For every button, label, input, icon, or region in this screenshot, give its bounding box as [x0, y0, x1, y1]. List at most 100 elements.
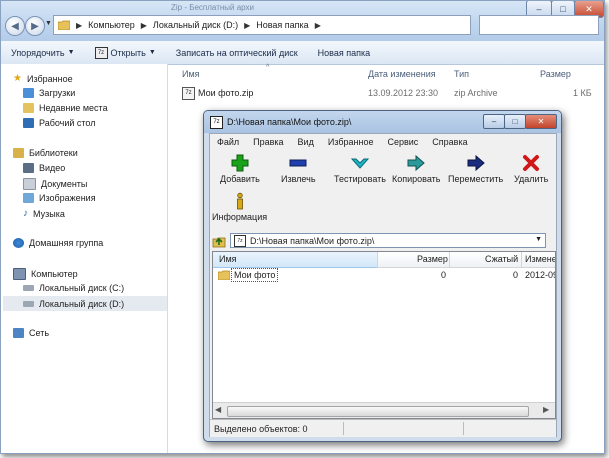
- nav-label: Загрузки: [39, 88, 76, 98]
- 7zip-close-button[interactable]: ✕: [525, 114, 557, 129]
- nav-pictures[interactable]: Изображения: [23, 193, 96, 203]
- column-size[interactable]: Размер: [540, 69, 571, 79]
- column-modified[interactable]: Измене: [525, 254, 555, 264]
- nav-video[interactable]: Видео: [23, 163, 65, 173]
- copy-button[interactable]: Копировать: [392, 154, 440, 184]
- scrollbar-thumb[interactable]: [227, 406, 529, 417]
- menu-tools[interactable]: Сервис: [380, 137, 425, 147]
- nav-network[interactable]: Сеть: [13, 328, 49, 338]
- info-label: Информация: [212, 212, 268, 222]
- extract-button[interactable]: Извлечь: [281, 154, 316, 184]
- item-packed: 0: [513, 270, 519, 280]
- zip-file-icon: 7z: [182, 87, 195, 100]
- column-size[interactable]: Размер: [417, 254, 448, 264]
- nav-label: Избранное: [26, 73, 73, 84]
- move-button[interactable]: Переместить: [448, 154, 503, 184]
- nav-desktop[interactable]: Рабочий стол: [23, 118, 96, 128]
- nav-music[interactable]: ♪ Музыка: [23, 208, 65, 219]
- status-divider: [463, 422, 464, 435]
- menu-help[interactable]: Справка: [425, 137, 474, 147]
- path-input[interactable]: 7z D:\Новая папка\Мои фото.zip\ ▼: [230, 233, 546, 248]
- address-bar[interactable]: ▶ Компьютер ▶ Локальный диск (D:) ▶ Нова…: [53, 15, 471, 35]
- nav-drive-c[interactable]: Локальный диск (C:): [23, 283, 124, 293]
- nav-recent[interactable]: Недавние места: [23, 103, 108, 113]
- nav-drive-d[interactable]: Локальный диск (D:): [3, 296, 167, 311]
- file-type: zip Archive: [454, 88, 498, 98]
- column-separator[interactable]: [377, 252, 378, 267]
- add-button[interactable]: Добавить: [220, 154, 260, 184]
- nav-label: Музыка: [33, 208, 65, 219]
- breadcrumb-item-drive-d[interactable]: Локальный диск (D:): [153, 20, 238, 30]
- nav-label: Изображения: [39, 193, 96, 203]
- back-button[interactable]: ◀: [5, 16, 25, 36]
- 7zip-minimize-button[interactable]: –: [483, 114, 505, 129]
- horizontal-scrollbar[interactable]: ◀ ▶: [213, 402, 555, 418]
- 7zip-file-list: Имя Размер Сжатый Измене Мои фото 0 0 20…: [212, 251, 556, 419]
- minus-icon: [289, 159, 307, 167]
- new-folder-button[interactable]: Новая папка: [308, 41, 380, 64]
- nav-computer[interactable]: Компьютер: [13, 268, 78, 280]
- sort-indicator-icon: ^: [266, 64, 270, 71]
- delete-button[interactable]: Удалить: [514, 154, 548, 184]
- computer-icon: [13, 268, 26, 280]
- folder-up-icon[interactable]: [212, 234, 226, 248]
- file-row[interactable]: 7z Мои фото.zip 13.09.2012 23:30 zip Arc…: [168, 86, 604, 102]
- nav-label: Домашняя группа: [29, 238, 104, 248]
- burn-label: Записать на оптический диск: [175, 47, 298, 58]
- history-dropdown-icon[interactable]: ▼: [45, 20, 52, 27]
- nav-homegroup[interactable]: Домашняя группа: [13, 238, 103, 248]
- zip-archive-icon: 7z: [234, 234, 246, 247]
- extract-label: Извлечь: [281, 174, 316, 184]
- back-arrow-icon: ◀: [11, 20, 19, 32]
- breadcrumb-separator: ▶: [140, 20, 147, 30]
- desktop-icon: [23, 118, 34, 128]
- chevron-down-icon[interactable]: ▼: [535, 236, 542, 243]
- nav-downloads[interactable]: Загрузки: [23, 88, 75, 98]
- checkmark-icon: [350, 158, 369, 169]
- command-bar: Упорядочить ▼ 7z Открыть ▼ Записать на о…: [1, 41, 604, 65]
- nav-label: Сеть: [29, 328, 50, 338]
- status-text: Выделено объектов: 0: [214, 423, 308, 434]
- scroll-left-icon[interactable]: ◀: [215, 405, 221, 414]
- downloads-icon: [23, 88, 34, 98]
- 7zip-app-icon: 7z: [210, 115, 223, 129]
- column-name[interactable]: Имя: [182, 69, 200, 79]
- column-separator[interactable]: [449, 252, 450, 267]
- menu-favorites[interactable]: Избранное: [321, 137, 381, 147]
- 7zip-maximize-button[interactable]: □: [504, 114, 526, 129]
- 7zip-address-row: 7z D:\Новая папка\Мои фото.zip\ ▼: [212, 232, 554, 249]
- delete-x-icon: [523, 155, 540, 171]
- breadcrumb-item-new-folder[interactable]: Новая папка: [256, 20, 308, 30]
- forward-button[interactable]: ▶: [25, 16, 45, 36]
- column-type[interactable]: Тип: [454, 69, 469, 79]
- nav-libraries[interactable]: Библиотеки: [13, 148, 78, 158]
- file-date: 13.09.2012 23:30: [368, 88, 439, 98]
- menu-file[interactable]: Файл: [210, 137, 246, 147]
- menu-view[interactable]: Вид: [291, 137, 321, 147]
- info-button[interactable]: Информация: [212, 192, 267, 222]
- menu-edit[interactable]: Правка: [246, 137, 290, 147]
- recent-places-icon: [23, 103, 34, 113]
- 7zip-titlebar: 7z D:\Новая папка\Мои фото.zip\ – □ ✕: [204, 111, 561, 133]
- nav-favorites[interactable]: ★ Избранное: [13, 73, 73, 84]
- organize-button[interactable]: Упорядочить ▼: [1, 41, 85, 64]
- column-separator[interactable]: [521, 252, 522, 267]
- column-packed[interactable]: Сжатый: [485, 254, 518, 264]
- drive-icon: [23, 285, 34, 291]
- star-icon: ★: [13, 73, 22, 84]
- nav-label: Документы: [41, 179, 88, 189]
- status-bar: Выделено объектов: 0: [210, 419, 556, 437]
- column-name[interactable]: Имя: [219, 254, 237, 264]
- folder-icon: [218, 270, 230, 280]
- open-button[interactable]: 7z Открыть ▼: [85, 41, 166, 64]
- nav-documents[interactable]: Документы: [23, 178, 87, 190]
- breadcrumb-item-computer[interactable]: Компьютер: [88, 20, 135, 30]
- list-item[interactable]: Мои фото 0 0 2012-09: [213, 268, 555, 282]
- scroll-right-icon[interactable]: ▶: [543, 405, 549, 414]
- 7zip-list-header: Имя Размер Сжатый Измене: [213, 252, 555, 268]
- status-divider: [343, 422, 344, 435]
- column-date[interactable]: Дата изменения: [368, 69, 436, 79]
- burn-button[interactable]: Записать на оптический диск: [166, 41, 308, 64]
- search-input[interactable]: [479, 15, 599, 35]
- test-button[interactable]: Тестировать: [334, 154, 386, 184]
